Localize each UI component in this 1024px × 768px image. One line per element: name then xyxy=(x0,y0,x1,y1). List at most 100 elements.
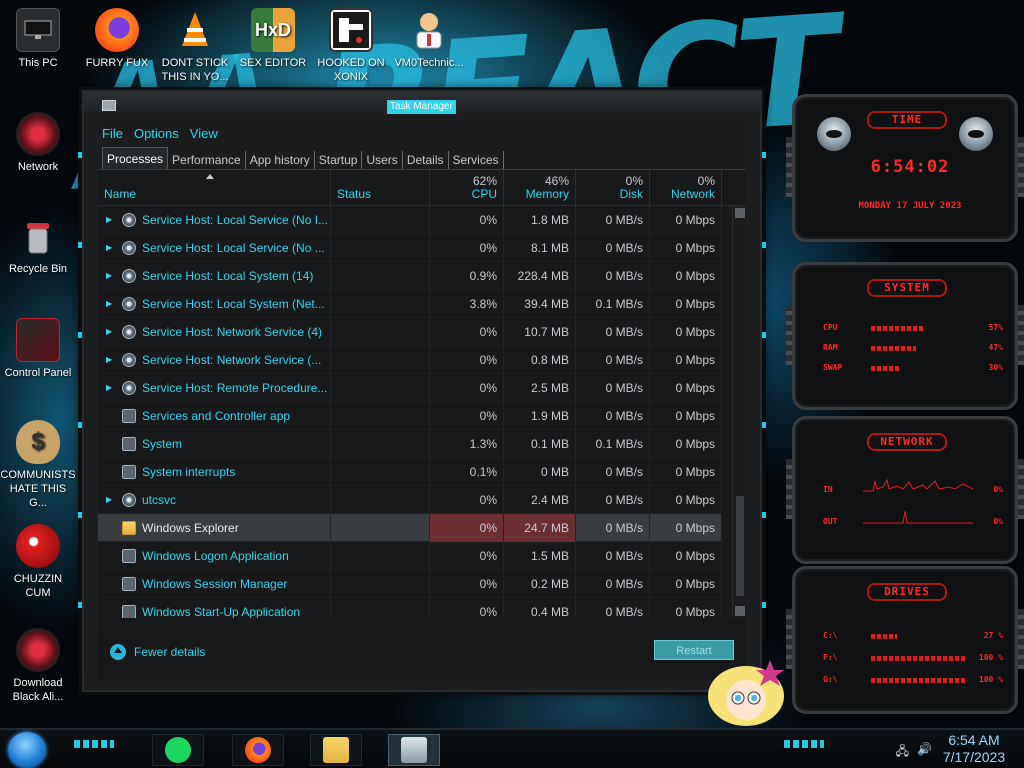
table-row[interactable]: ▶ Service Host: Network Service (... 0% 0.8… xyxy=(98,345,722,374)
process-cpu-cell: 0% xyxy=(430,373,504,402)
process-memory-cell: 0.1 MB xyxy=(504,429,576,458)
column-header-name[interactable]: Name xyxy=(98,170,331,205)
time-widget: TIME 6:54:02 MONDAY 17 JULY 2023 xyxy=(786,94,1024,242)
taskbar-task-manager[interactable] xyxy=(388,734,440,766)
table-row[interactable]: ▶ Service Host: Remote Procedure... 0% 2.5 … xyxy=(98,373,722,402)
process-disk-cell: 0 MB/s xyxy=(576,541,650,570)
taskbar-spotify[interactable] xyxy=(152,734,204,766)
desktop-icon-network[interactable]: Network xyxy=(0,112,76,174)
service-gear-icon xyxy=(122,380,136,395)
expand-chevron-icon[interactable]: ▶ xyxy=(106,374,116,402)
tab-processes[interactable]: Processes xyxy=(102,147,169,169)
fewer-details-link[interactable]: Fewer details xyxy=(110,644,205,660)
tab-users[interactable]: Users xyxy=(362,151,403,169)
column-header-memory[interactable]: 46% Memory xyxy=(504,170,576,205)
expand-chevron-icon[interactable]: ▶ xyxy=(106,234,116,262)
system-cpu-row: CPU 57% xyxy=(823,323,1003,332)
process-disk-cell: 0 MB/s xyxy=(576,317,650,346)
process-name-cell: System xyxy=(98,429,331,458)
expand-chevron-icon[interactable]: ▶ xyxy=(106,290,116,318)
table-row[interactable]: Services and Controller app 0% 1.9 MB 0 MB/… xyxy=(98,401,722,430)
table-row[interactable]: ▶ Service Host: Local System (Net... 3.8% 3… xyxy=(98,289,722,318)
process-network-cell: 0 Mbps xyxy=(650,429,722,458)
table-row[interactable]: System 1.3% 0.1 MB 0.1 MB/s 0 Mbps xyxy=(98,429,722,458)
process-status-cell xyxy=(331,541,430,570)
process-cpu-cell: 0.1% xyxy=(430,457,504,486)
expand-chevron-icon[interactable]: ▶ xyxy=(106,318,116,346)
desktop-icon-furry-fux[interactable]: FURRY FUX xyxy=(79,8,155,70)
process-name: Service Host: Local Service (No I... xyxy=(142,212,329,227)
table-row[interactable]: Windows Logon Application 0% 1.5 MB 0 MB/s 0… xyxy=(98,541,722,570)
process-cpu-cell: 0.9% xyxy=(430,261,504,290)
table-row[interactable]: ▶ utcsvc 0% 2.4 MB 0 MB/s 0 Mbps xyxy=(98,485,722,514)
column-header-cpu[interactable]: 62% CPU xyxy=(430,170,504,205)
desktop-icon-control-panel[interactable]: Control Panel xyxy=(0,318,76,380)
table-row[interactable]: ▶ Service Host: Local System (14) 0.9% 228.… xyxy=(98,261,722,290)
start-button[interactable] xyxy=(8,732,46,768)
cartoon-character-icon xyxy=(708,660,784,726)
process-name-cell: System interrupts xyxy=(98,457,331,486)
process-status-cell xyxy=(331,457,430,486)
column-header-disk[interactable]: 0% Disk xyxy=(576,170,650,205)
taskbar-firefox[interactable] xyxy=(232,734,284,766)
tab-performance[interactable]: Performance xyxy=(168,151,246,169)
widget-clock: 6:54:02 xyxy=(870,157,950,177)
scroll-down-icon[interactable] xyxy=(735,606,745,616)
desktop-icon-vlc[interactable]: DONT STICK THIS IN YO... xyxy=(157,8,233,84)
table-row[interactable]: ▶ Service Host: Local Service (No I... 0% 1… xyxy=(98,206,722,234)
menu-options[interactable]: Options xyxy=(130,126,186,141)
process-table: Name Status 62% CPU 46% Memory 0% Disk 0… xyxy=(98,170,746,630)
scroll-up-icon[interactable] xyxy=(735,208,745,218)
expand-chevron-icon[interactable]: ▶ xyxy=(106,346,116,374)
expand-chevron-icon[interactable]: ▶ xyxy=(106,486,116,514)
desktop-icon-vm0technic[interactable]: VM0Technic... xyxy=(391,8,467,70)
desktop-icon-recycle-bin[interactable]: Recycle Bin xyxy=(0,214,76,276)
process-name: Services and Controller app xyxy=(142,408,291,423)
desktop-icon-download-black-ali[interactable]: Download Black Ali... xyxy=(0,628,76,704)
table-row[interactable]: Windows Start-Up Application 0% 0.4 MB 0 MB… xyxy=(98,597,722,619)
process-disk-cell: 0 MB/s xyxy=(576,569,650,598)
tab-app-history[interactable]: App history xyxy=(246,151,315,169)
alien-head-icon xyxy=(817,117,851,151)
process-cpu-cell: 0% xyxy=(430,401,504,430)
table-row[interactable]: Windows Explorer 0% 24.7 MB 0 MB/s 0 Mbps xyxy=(98,513,722,542)
process-name: Windows Start-Up Application xyxy=(142,604,301,619)
process-status-cell xyxy=(331,345,430,374)
process-name-cell: Windows Logon Application xyxy=(98,541,331,570)
taskbar-clock[interactable]: 6:54 AM 7/17/2023 xyxy=(932,732,1016,766)
table-row[interactable]: Windows Session Manager 0% 0.2 MB 0 MB/s 0 M… xyxy=(98,569,722,598)
process-memory-cell: 2.4 MB xyxy=(504,485,576,514)
volume-icon[interactable]: 🔊 xyxy=(917,742,932,763)
taskbar-file-explorer[interactable] xyxy=(310,734,362,766)
process-name: System xyxy=(142,436,183,451)
table-row[interactable]: ▶ Service Host: Network Service (4) 0% 10.7… xyxy=(98,317,722,346)
monitor-icon xyxy=(16,8,60,52)
process-name-cell: Services and Controller app xyxy=(98,401,331,430)
table-row[interactable]: System interrupts 0.1% 0 MB 0 MB/s 0 Mbps xyxy=(98,457,722,486)
desktop-icon-chuzzin[interactable]: CHUZZIN CUM xyxy=(0,524,76,600)
network-tray-icon[interactable]: 🖧 xyxy=(896,742,909,763)
swap-bar xyxy=(871,366,900,371)
service-gear-icon xyxy=(122,212,136,227)
column-header-status[interactable]: Status xyxy=(331,170,430,205)
menu-file[interactable]: File xyxy=(98,126,130,141)
menu-view[interactable]: View xyxy=(186,126,225,141)
scroll-thumb[interactable] xyxy=(736,496,744,596)
drive-c-bar xyxy=(871,634,897,639)
column-header-network[interactable]: 0% Network xyxy=(650,170,722,205)
process-name-cell: ▶ Service Host: Network Service (4) xyxy=(98,317,331,346)
expand-chevron-icon[interactable]: ▶ xyxy=(106,206,116,234)
tab-details[interactable]: Details xyxy=(403,151,449,169)
expand-chevron-icon[interactable]: ▶ xyxy=(106,262,116,290)
desktop-icon-xonix[interactable]: HOOKED ON XONIX xyxy=(313,8,389,84)
desktop-icon-this-pc[interactable]: This PC xyxy=(0,8,76,70)
vertical-scrollbar[interactable] xyxy=(732,206,746,618)
process-disk-cell: 0.1 MB/s xyxy=(576,429,650,458)
table-row[interactable]: ▶ Service Host: Local Service (No ... 0% 8.… xyxy=(98,233,722,262)
tab-startup[interactable]: Startup xyxy=(315,151,363,169)
desktop-icon-communists[interactable]: $ COMMUNISTS HATE THIS G... xyxy=(0,420,76,510)
tab-services[interactable]: Services xyxy=(449,151,504,169)
title-bar[interactable]: Task Manager xyxy=(84,92,760,116)
process-name-cell: ▶ Service Host: Remote Procedure... xyxy=(98,373,331,402)
desktop-icon-sex-editor[interactable]: HxD SEX EDITOR xyxy=(235,8,311,70)
